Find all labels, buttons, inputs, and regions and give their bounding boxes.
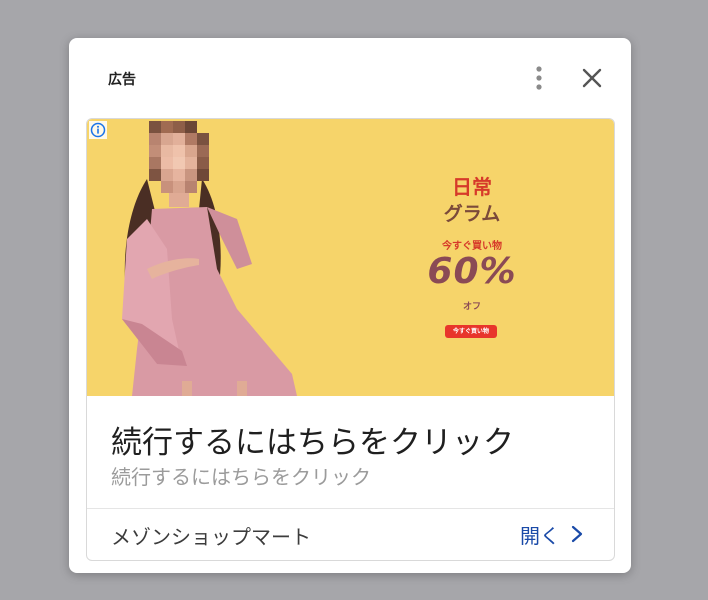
- ad-card: 日常 グラム 今すぐ買い物 60% オフ 今すぐ買い物 続行するにはちらをクリッ…: [86, 118, 615, 561]
- promo-text-block: 日常 グラム 今すぐ買い物 60% オフ 今すぐ買い物: [387, 119, 557, 396]
- promo-brand-line1: 日常: [452, 175, 492, 199]
- promo-off-label: オフ: [462, 302, 481, 312]
- ad-subheadline: 続行するにはちらをクリック: [111, 465, 371, 489]
- divider: [87, 508, 614, 509]
- close-icon[interactable]: [580, 66, 604, 90]
- promo-brand-line2: グラム: [443, 203, 501, 225]
- chevron-right-icon: [571, 525, 583, 543]
- ad-headline[interactable]: 続行するにはちらをクリック: [111, 417, 514, 462]
- open-button[interactable]: 開く: [520, 519, 584, 549]
- ad-label: 広告: [108, 72, 136, 88]
- promo-discount: 60%: [427, 251, 517, 292]
- open-label: 開く: [520, 523, 560, 548]
- ad-banner-image[interactable]: 日常 グラム 今すぐ買い物 60% オフ 今すぐ買い物: [87, 119, 614, 396]
- model-photo: [122, 121, 297, 396]
- advertiser-name[interactable]: メゾンショップマート: [111, 521, 311, 550]
- info-icon[interactable]: [89, 121, 107, 139]
- more-vert-icon[interactable]: [531, 64, 547, 92]
- promo-shop-button[interactable]: 今すぐ買い物: [445, 325, 497, 338]
- promo-subtitle: 今すぐ買い物: [442, 241, 502, 252]
- ad-dialog: 広告 日常 グラム 今すぐ買い物 60% オフ 今すぐ買い物 続行するにはちらを…: [69, 38, 631, 573]
